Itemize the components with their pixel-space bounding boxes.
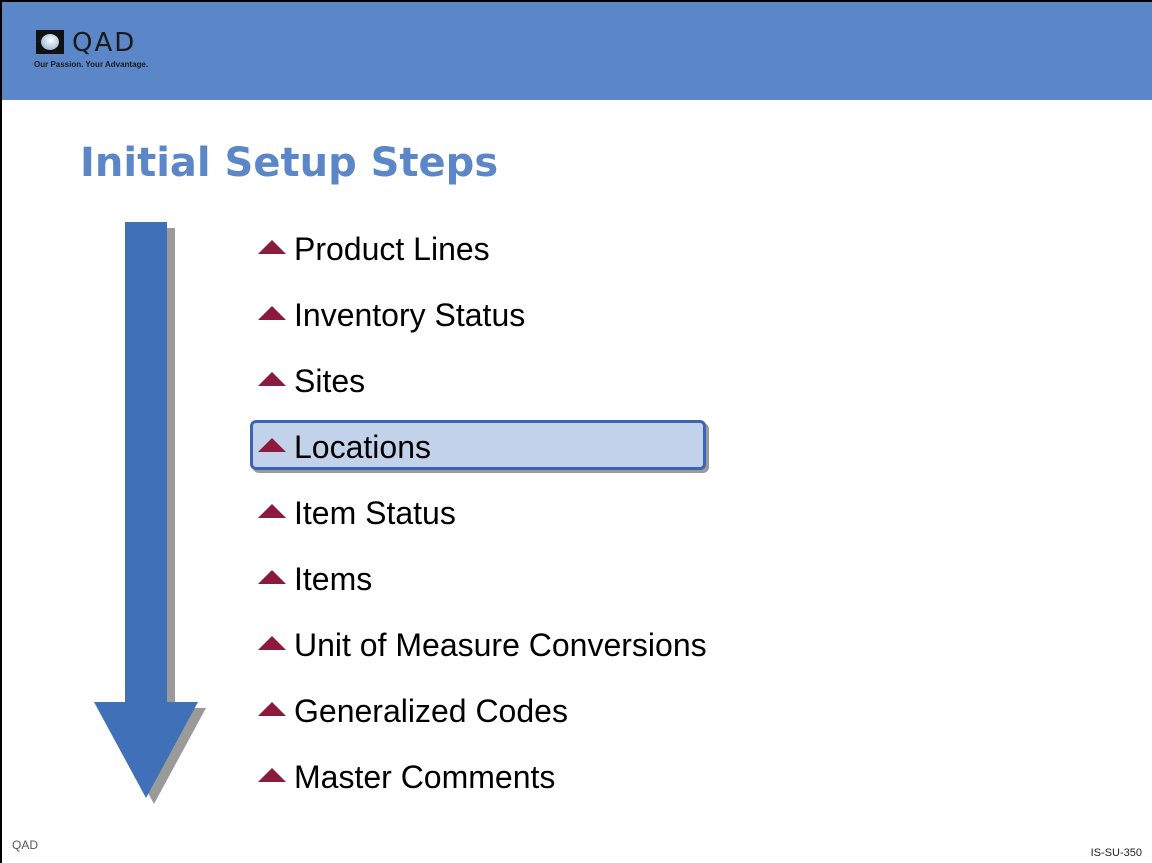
step-label: Sites	[294, 363, 366, 399]
slide-title: Initial Setup Steps	[80, 140, 499, 186]
step-item-master-comments: Master Comments	[256, 754, 555, 820]
triangle-bullet-icon	[258, 702, 286, 716]
step-item-locations-highlighted: Locations	[250, 420, 706, 490]
triangle-bullet-icon	[258, 570, 286, 584]
step-item-product-lines: Product Lines	[256, 226, 490, 292]
step-label: Master Comments	[294, 759, 556, 795]
qad-logo-mark-icon	[36, 30, 64, 54]
step-item-inventory-status: Inventory Status	[256, 292, 525, 358]
triangle-bullet-icon	[258, 306, 286, 320]
setup-steps-list: Product Lines Inventory Status Sites Loc…	[250, 226, 707, 820]
step-label: Items	[294, 561, 373, 597]
down-arrow-icon	[94, 222, 206, 804]
step-label: Product Lines	[294, 231, 490, 267]
slide: QAD Our Passion. Your Advantage. Initial…	[0, 0, 1152, 863]
step-label: Unit of Measure Conversions	[294, 627, 707, 663]
triangle-bullet-icon	[258, 636, 286, 650]
step-label: Locations	[294, 429, 431, 465]
triangle-bullet-icon	[258, 504, 286, 518]
triangle-bullet-icon	[258, 768, 286, 782]
step-item-item-status: Item Status	[256, 490, 456, 556]
triangle-bullet-icon	[258, 240, 286, 254]
qad-logo: QAD Our Passion. Your Advantage.	[34, 24, 194, 74]
step-item-uom-conversions: Unit of Measure Conversions	[256, 622, 707, 688]
step-item-sites: Sites	[256, 358, 365, 424]
footer-slide-code: IS-SU-350	[1090, 847, 1142, 859]
step-label: Inventory Status	[294, 297, 526, 333]
logo-wordmark: QAD	[72, 28, 137, 58]
triangle-bullet-icon	[258, 372, 286, 386]
logo-tagline: Our Passion. Your Advantage.	[34, 60, 149, 69]
step-label: Generalized Codes	[294, 693, 568, 729]
step-label: Item Status	[294, 495, 456, 531]
step-item-items: Items	[256, 556, 372, 622]
step-item-generalized-codes: Generalized Codes	[256, 688, 568, 754]
triangle-bullet-icon	[258, 438, 286, 452]
header-band: QAD Our Passion. Your Advantage.	[2, 2, 1152, 100]
footer-company: QAD	[12, 838, 39, 852]
